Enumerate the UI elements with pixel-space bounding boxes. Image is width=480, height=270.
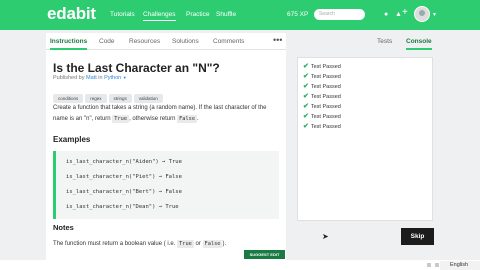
suggest-edit-button[interactable]: SUGGEST EDIT xyxy=(244,250,285,259)
lock-icon[interactable]: ● xyxy=(384,9,388,20)
tab-code[interactable]: Code xyxy=(99,38,115,45)
nav-challenges[interactable]: Challenges xyxy=(143,11,176,21)
language-select[interactable]: English xyxy=(440,261,480,270)
tag-strings[interactable]: strings xyxy=(108,94,132,103)
language-link[interactable]: Python xyxy=(104,75,121,81)
notes-text-1: The function must return a boolean value… xyxy=(53,241,176,247)
example-line: is_last_character_n("Dean") → True xyxy=(66,204,179,210)
avatar[interactable] xyxy=(414,6,430,22)
in-label: in xyxy=(98,75,103,81)
test-result-label: Test Passed xyxy=(310,124,341,130)
examples-block: is_last_character_n("Aiden") → True is_l… xyxy=(53,151,279,219)
notes-heading: Notes xyxy=(53,223,74,232)
mouse-cursor-icon: ➤ xyxy=(322,232,329,241)
scroll-indicator xyxy=(427,263,431,267)
test-result: ✔ Test Passed xyxy=(303,62,341,70)
check-icon: ✔ xyxy=(303,113,309,120)
tag-regex[interactable]: regex xyxy=(85,94,107,103)
challenge-description: Create a function that takes a string (a… xyxy=(53,103,279,125)
tab-instructions[interactable]: Instructions xyxy=(50,38,88,50)
test-result-label: Test Passed xyxy=(310,104,341,110)
check-icon: ✔ xyxy=(303,83,309,90)
more-icon[interactable]: ••• xyxy=(273,35,282,45)
xp-counter: 675 XP xyxy=(287,11,309,18)
bottom-bar xyxy=(0,260,480,270)
challenge-title: Is the Last Character an "N"? xyxy=(53,61,220,75)
code-true: True xyxy=(112,115,130,123)
notes-code-false: False xyxy=(202,240,223,248)
chevron-down-icon[interactable]: ▼ xyxy=(123,75,127,80)
example-line: is_last_character_n("Aiden") → True xyxy=(66,159,182,165)
examples-heading: Examples xyxy=(53,135,91,144)
published-by: Published by Matt in Python ▼ xyxy=(53,75,127,81)
notes-or: or xyxy=(195,241,201,247)
test-result-label: Test Passed xyxy=(310,94,341,100)
tab-tests[interactable]: Tests xyxy=(377,38,392,45)
nav-practice[interactable]: Practice xyxy=(186,11,209,18)
bell-icon[interactable]: ▲ xyxy=(395,9,402,20)
test-result-label: Test Passed xyxy=(310,64,341,70)
test-result: ✔ Test Passed xyxy=(303,72,341,80)
example-line: is_last_character_n("Piet") → False xyxy=(66,174,182,180)
search-input[interactable]: Search xyxy=(314,9,365,20)
top-nav: edabit Tutorials Challenges Practice Shu… xyxy=(0,0,480,30)
check-icon: ✔ xyxy=(303,103,309,110)
instructions-tabs: Instructions Code Resources Solutions Co… xyxy=(46,33,286,50)
check-icon: ✔ xyxy=(303,63,309,70)
test-result: ✔ Test Passed xyxy=(303,82,341,90)
scroll-indicator xyxy=(435,263,439,267)
notes-code-true: True xyxy=(177,240,194,248)
test-result: ✔ Test Passed xyxy=(303,122,341,130)
description-text-2: , otherwise return xyxy=(129,116,176,122)
plus-icon[interactable]: + xyxy=(402,7,408,18)
test-result-label: Test Passed xyxy=(310,74,341,80)
test-result: ✔ Test Passed xyxy=(303,92,341,100)
notes-text: The function must return a boolean value… xyxy=(53,240,227,248)
tab-solutions[interactable]: Solutions xyxy=(172,38,199,45)
test-result-label: Test Passed xyxy=(310,114,341,120)
test-result-label: Test Passed xyxy=(310,84,341,90)
tag-validation[interactable]: validation xyxy=(133,94,163,103)
author-link[interactable]: Matt xyxy=(86,75,97,81)
description-text-end: . xyxy=(197,116,199,122)
tab-comments[interactable]: Comments xyxy=(213,38,244,45)
skip-button[interactable]: Skip xyxy=(401,228,434,245)
logo[interactable]: edabit xyxy=(47,4,96,24)
published-by-label: Published by xyxy=(53,75,85,81)
example-line: is_last_character_n("Bert") → False xyxy=(66,189,182,195)
tab-resources[interactable]: Resources xyxy=(129,38,160,45)
notes-end: ). xyxy=(222,241,227,247)
code-false: False xyxy=(177,115,198,123)
check-icon: ✔ xyxy=(303,73,309,80)
console-output: ✔ Test Passed ✔ Test Passed ✔ Test Passed ✔… xyxy=(297,57,433,221)
test-result: ✔ Test Passed xyxy=(303,112,341,120)
nav-shuffle[interactable]: Shuffle xyxy=(216,11,236,18)
chevron-down-icon[interactable]: ▼ xyxy=(432,10,437,21)
nav-tutorials[interactable]: Tutorials xyxy=(110,11,135,18)
tag-conditions[interactable]: conditions xyxy=(53,94,84,103)
test-result: ✔ Test Passed xyxy=(303,102,341,110)
instructions-panel: Instructions Code Resources Solutions Co… xyxy=(46,33,286,260)
check-icon: ✔ xyxy=(303,93,309,100)
check-icon: ✔ xyxy=(303,123,309,130)
tab-console[interactable]: Console xyxy=(406,38,432,50)
